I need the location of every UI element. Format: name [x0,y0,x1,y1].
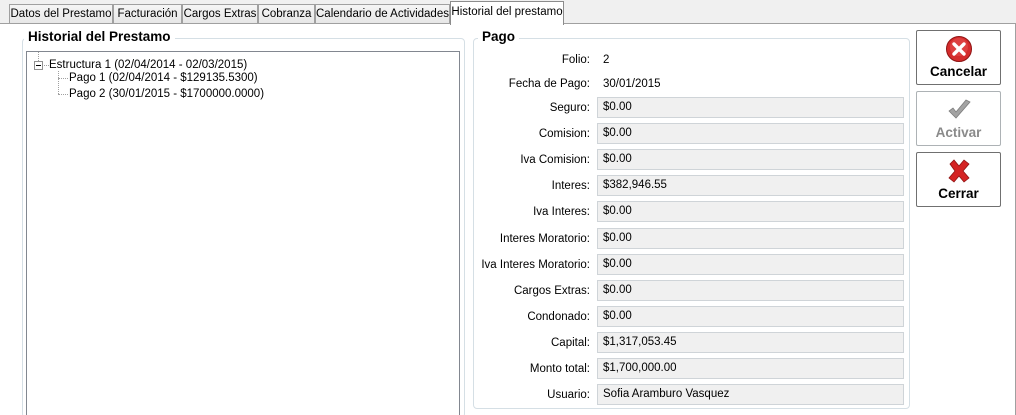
check-mark-icon [948,99,971,119]
iva-interes-field[interactable]: $0.00 [597,201,904,222]
folio-label: Folio: [561,54,590,66]
tree-line [38,52,39,61]
tree-collapse-minus-icon[interactable] [34,61,43,70]
comision-label: Comision: [538,128,590,140]
historial-title: Historial del Prestamo [24,29,175,44]
pago-title: Pago [478,29,520,44]
cancelar-label: Cancelar [929,64,988,79]
cancelar-button[interactable]: Cancelar [916,30,1001,85]
condonado-label: Condonado: [527,311,590,323]
condonado-field[interactable]: $0.00 [597,306,904,327]
cerrar-button[interactable]: Cerrar [916,152,1001,207]
usuario-label: Usuario: [547,389,590,401]
iva-comision-label: Iva Comision: [520,154,590,166]
capital-label: Capital: [551,337,590,349]
tab-cobranza[interactable]: Cobranza [258,4,315,24]
comision-field[interactable]: $0.00 [597,123,904,144]
history-tree[interactable]: Estructura 1 (02/04/2014 - 02/03/2015) P… [26,51,460,415]
tab-calendario-de-actividades[interactable]: Calendario de Actividades [315,4,450,24]
tree-node-pago-2[interactable]: Pago 2 (30/01/2015 - $1700000.0000) [69,87,264,102]
tab-strip: Datos del Prestamo Facturación Cargos Ex… [0,0,1016,25]
tab-cargos-extras[interactable]: Cargos Extras [182,4,258,24]
monto-total-label: Monto total: [529,363,590,375]
cancel-circle-x-icon [946,36,972,62]
fecha-de-pago-label: Fecha de Pago: [508,78,590,90]
activar-label: Activar [935,125,982,140]
tab-datos-del-prestamo[interactable]: Datos del Prestamo [9,4,113,24]
tree-line [58,78,68,79]
iva-interes-moratorio-label: Iva Interes Moratorio: [481,259,590,271]
red-x-icon [948,159,970,183]
cerrar-label: Cerrar [938,186,979,201]
iva-interes-label: Iva Interes: [533,206,590,218]
tree-node-pago-1[interactable]: Pago 1 (02/04/2014 - $129135.5300) [69,71,258,86]
pago-groupbox [473,38,910,409]
usuario-field[interactable]: Sofia Aramburo Vasquez [597,384,904,405]
interes-moratorio-field[interactable]: $0.00 [597,228,904,249]
seguro-label: Seguro: [549,102,590,114]
cargos-extras-label: Cargos Extras: [513,285,590,297]
cargos-extras-field[interactable]: $0.00 [597,280,904,301]
tab-historial-del-prestamo[interactable]: Historial del prestamo [450,1,564,25]
interes-label: Interes: [551,180,590,192]
iva-comision-field[interactable]: $0.00 [597,149,904,170]
tree-line [58,71,59,94]
interes-moratorio-label: Interes Moratorio: [499,233,590,245]
fecha-de-pago-value: 30/01/2015 [603,78,661,90]
interes-field[interactable]: $382,946.55 [597,175,904,196]
iva-interes-moratorio-field[interactable]: $0.00 [597,254,904,275]
tab-facturacion[interactable]: Facturación [113,4,182,24]
monto-total-field[interactable]: $1,700,000.00 [597,358,904,379]
tree-line [58,94,68,95]
seguro-field[interactable]: $0.00 [597,97,904,118]
folio-value: 2 [603,54,610,66]
activar-button[interactable]: Activar [916,91,1001,146]
capital-field[interactable]: $1,317,053.45 [597,332,904,353]
